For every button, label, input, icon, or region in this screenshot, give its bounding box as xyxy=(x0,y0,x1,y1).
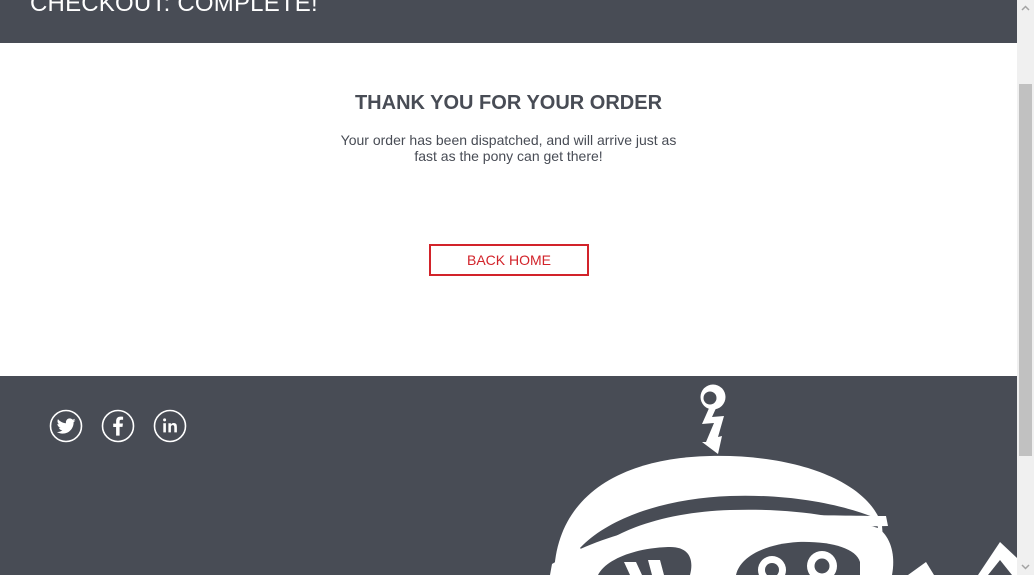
facebook-icon xyxy=(101,409,135,443)
checkout-complete-container: THANK YOU FOR YOUR ORDER Your order has … xyxy=(0,43,1017,376)
twitter-icon xyxy=(49,409,83,443)
scroll-thumb[interactable] xyxy=(1019,84,1032,456)
complete-text: Your order has been dispatched, and will… xyxy=(340,132,677,164)
social-facebook-link[interactable] xyxy=(101,409,135,443)
scroll-down-arrow[interactable] xyxy=(1017,558,1034,575)
page-title: CHECKOUT: COMPLETE! xyxy=(30,0,318,17)
complete-header: THANK YOU FOR YOUR ORDER xyxy=(354,92,663,114)
pony-robot-mascot xyxy=(550,384,1017,575)
social-linkedin-link[interactable] xyxy=(153,409,187,443)
back-home-button[interactable]: BACK HOME xyxy=(429,244,589,276)
scroll-up-arrow[interactable] xyxy=(1017,0,1034,17)
page: CHECKOUT: COMPLETE! THANK YOU FOR YOUR O… xyxy=(0,0,1017,575)
chevron-down-icon xyxy=(1021,564,1030,570)
header: CHECKOUT: COMPLETE! xyxy=(0,0,1017,43)
social-twitter-link[interactable] xyxy=(49,409,83,443)
footer xyxy=(0,376,1017,575)
vertical-scrollbar[interactable] xyxy=(1017,0,1034,575)
linkedin-icon xyxy=(153,409,187,443)
chevron-up-icon xyxy=(1021,5,1030,11)
